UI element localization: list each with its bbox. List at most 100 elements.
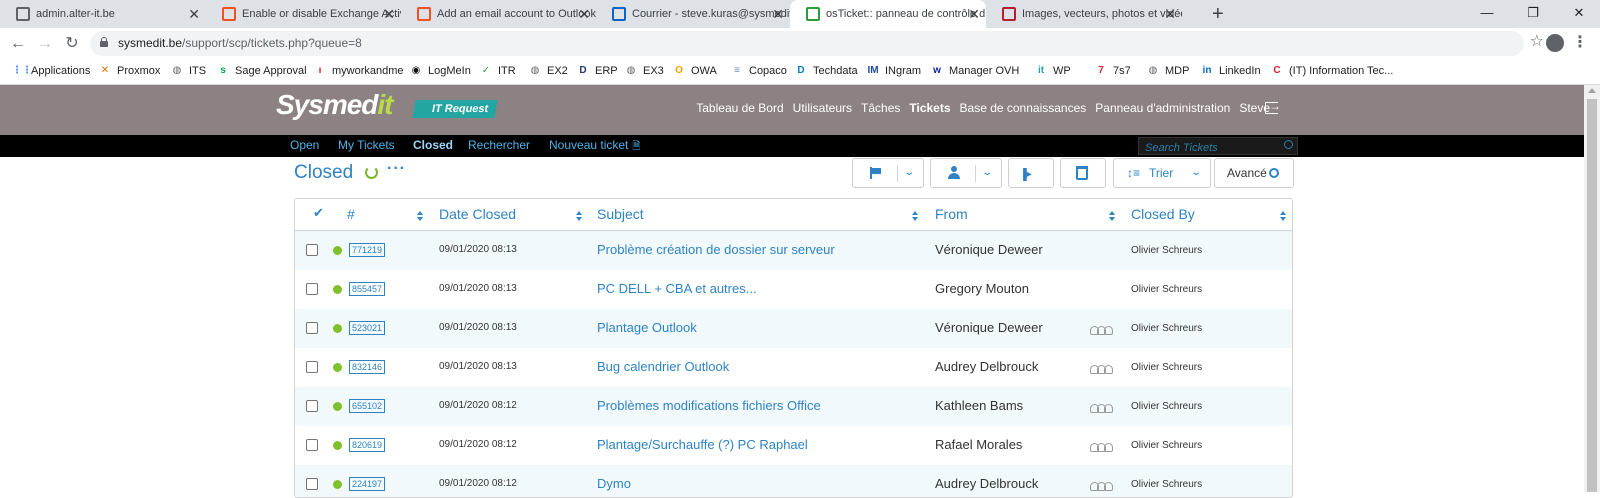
table-row[interactable]: 820619 09/01/2020 08:12 Plantage/Surchauff… bbox=[295, 426, 1292, 465]
nav-item[interactable]: Tâches bbox=[861, 101, 900, 115]
sort-arrows-icon[interactable] bbox=[912, 211, 918, 221]
ticket-subject-link[interactable]: Bug calendrier Outlook bbox=[597, 359, 729, 374]
column-header-number[interactable]: # bbox=[347, 206, 355, 222]
back-button[interactable]: ← bbox=[7, 33, 29, 55]
select-all-icon[interactable]: ✔ bbox=[313, 205, 324, 221]
assign-menu-button[interactable]: ⌄ bbox=[930, 158, 1002, 188]
sort-arrows-icon[interactable] bbox=[1280, 211, 1286, 221]
bookmark-item[interactable]: in LinkedIn bbox=[1200, 64, 1261, 78]
page-scrollbar[interactable] bbox=[1584, 85, 1600, 492]
window-close-button[interactable]: ✕ bbox=[1556, 0, 1600, 28]
bookmark-item[interactable]: ◍ EX3 bbox=[624, 64, 664, 78]
sort-arrows-icon[interactable] bbox=[1109, 211, 1115, 221]
row-checkbox[interactable] bbox=[306, 322, 318, 334]
scrollbar-thumb[interactable] bbox=[1587, 99, 1597, 492]
close-tab-icon[interactable]: ✕ bbox=[968, 0, 980, 28]
advanced-search-button[interactable]: Avancé bbox=[1214, 158, 1294, 188]
ticket-number-link[interactable]: 523021 bbox=[349, 321, 386, 335]
ticket-subject-link[interactable]: Plantage/Surchauffe (?) PC Raphael bbox=[597, 437, 808, 452]
bookmark-item[interactable]: D ERP bbox=[576, 64, 617, 78]
ticket-number-link[interactable]: 655102 bbox=[349, 399, 386, 413]
ticket-number-link[interactable]: 855457 bbox=[349, 282, 386, 296]
forward-button[interactable]: → bbox=[34, 33, 56, 55]
bookmark-item[interactable]: ◍ EX2 bbox=[528, 64, 568, 78]
more-options-icon[interactable]: ··· bbox=[387, 160, 406, 178]
nav-item[interactable]: Panneau d'administration bbox=[1095, 101, 1230, 115]
ticket-number-link[interactable]: 820619 bbox=[349, 438, 386, 452]
browser-tab[interactable]: Enable or disable Exchange Activ ✕ bbox=[206, 0, 401, 28]
nav-item[interactable]: Tableau de Bord bbox=[696, 101, 783, 115]
table-row[interactable]: 855457 09/01/2020 08:13 PC DELL + CBA et a… bbox=[295, 270, 1292, 309]
subnav-item[interactable]: Rechercher bbox=[468, 138, 530, 152]
bookmark-item[interactable]: ✕ Proxmox bbox=[98, 64, 161, 78]
bookmark-item[interactable]: ◍ ITS bbox=[170, 64, 207, 78]
column-header-date-closed[interactable]: Date Closed bbox=[439, 206, 516, 222]
ticket-number-link[interactable]: 224197 bbox=[349, 477, 386, 491]
row-checkbox[interactable] bbox=[306, 283, 318, 295]
flag-menu-button[interactable]: ⌄ bbox=[852, 158, 924, 188]
table-row[interactable]: 655102 09/01/2020 08:12 Problèmes modifica… bbox=[295, 387, 1292, 426]
logout-icon[interactable] bbox=[1265, 99, 1281, 114]
column-header-from[interactable]: From bbox=[935, 206, 968, 222]
close-tab-icon[interactable]: ✕ bbox=[772, 0, 784, 28]
browser-tab[interactable]: osTicket:: panneau de contrôle d ✕ bbox=[790, 0, 986, 28]
row-checkbox[interactable] bbox=[306, 400, 318, 412]
browser-menu-icon[interactable]: ⋮ bbox=[1572, 32, 1588, 52]
bookmark-item[interactable]: ı myworkandme bbox=[313, 64, 404, 78]
restore-button[interactable]: ❐ bbox=[1510, 0, 1556, 28]
browser-tab[interactable]: Add an email account to Outlook ✕ bbox=[401, 0, 596, 28]
bookmark-item[interactable]: D Techdata bbox=[794, 64, 857, 78]
nav-item[interactable]: Base de connaissances bbox=[960, 101, 1087, 115]
sort-arrows-icon[interactable] bbox=[417, 211, 423, 221]
bookmark-item[interactable]: ◍ MDP bbox=[1146, 64, 1190, 78]
ticket-subject-link[interactable]: PC DELL + CBA et autres... bbox=[597, 281, 757, 296]
ticket-number-link[interactable]: 771219 bbox=[349, 243, 386, 257]
ticket-subject-link[interactable]: Plantage Outlook bbox=[597, 320, 697, 335]
bookmark-item[interactable]: C (IT) Information Tec... bbox=[1270, 64, 1393, 78]
subnav-item[interactable]: Nouveau ticket 🗎 bbox=[549, 138, 640, 156]
bookmark-star-icon[interactable]: ☆ bbox=[1530, 31, 1544, 51]
column-header-closed-by[interactable]: Closed By bbox=[1131, 206, 1195, 222]
bookmark-item[interactable]: s Sage Approval bbox=[216, 64, 306, 78]
row-checkbox[interactable] bbox=[306, 361, 318, 373]
search-input[interactable] bbox=[1139, 140, 1269, 156]
table-row[interactable]: 832146 09/01/2020 08:13 Bug calendrier Out… bbox=[295, 348, 1292, 387]
search-box[interactable] bbox=[1138, 137, 1298, 156]
scroll-up-icon[interactable] bbox=[1588, 88, 1596, 93]
ticket-subject-link[interactable]: Problèmes modifications fichiers Office bbox=[597, 398, 821, 413]
close-tab-icon[interactable]: ✕ bbox=[578, 0, 590, 28]
nav-item[interactable]: Tickets bbox=[909, 101, 950, 115]
sysmedit-logo[interactable]: Sysmedit bbox=[276, 89, 394, 121]
table-row[interactable]: 224197 09/01/2020 08:12 Dymo Audrey Delbrou… bbox=[295, 465, 1292, 497]
table-row[interactable]: 523021 09/01/2020 08:13 Plantage Outlook Vé… bbox=[295, 309, 1292, 348]
bookmark-item[interactable]: it WP bbox=[1034, 64, 1071, 78]
minimize-button[interactable]: — bbox=[1464, 0, 1510, 28]
subnav-item[interactable]: My Tickets bbox=[338, 138, 395, 152]
account-avatar-icon[interactable] bbox=[1546, 34, 1564, 52]
subnav-item[interactable]: Open bbox=[290, 138, 319, 152]
bookmark-item[interactable]: ≡ Copaco bbox=[730, 64, 787, 78]
close-tab-icon[interactable]: ✕ bbox=[188, 0, 200, 28]
row-checkbox[interactable] bbox=[306, 478, 318, 490]
table-row[interactable]: 771219 09/01/2020 08:13 Problème création … bbox=[295, 231, 1292, 270]
column-header-subject[interactable]: Subject bbox=[597, 206, 644, 222]
new-tab-button[interactable]: + bbox=[1212, 2, 1224, 26]
nav-item[interactable]: Utilisateurs bbox=[793, 101, 852, 115]
address-bar[interactable]: sysmedit.be/support/scp/tickets.php?queu… bbox=[90, 31, 1524, 56]
bookmark-item[interactable]: w Manager OVH bbox=[930, 64, 1019, 78]
browser-tab[interactable]: Courrier - steve.kuras@sysmedit. ✕ bbox=[596, 0, 790, 28]
bookmark-item[interactable]: ⋮⋮ Applications bbox=[12, 64, 90, 78]
delete-button[interactable] bbox=[1060, 158, 1106, 188]
transfer-button[interactable]: |||▸ bbox=[1008, 158, 1054, 188]
bookmark-item[interactable]: 7 7s7 bbox=[1094, 64, 1131, 78]
ticket-subject-link[interactable]: Problème création de dossier sur serveur bbox=[597, 242, 835, 257]
bookmark-item[interactable]: IM INgram bbox=[866, 64, 921, 78]
search-icon[interactable] bbox=[1284, 140, 1293, 149]
sort-arrows-icon[interactable] bbox=[576, 211, 582, 221]
ticket-subject-link[interactable]: Dymo bbox=[597, 476, 631, 491]
bookmark-item[interactable]: O OWA bbox=[672, 64, 717, 78]
row-checkbox[interactable] bbox=[306, 244, 318, 256]
browser-tab[interactable]: Images, vecteurs, photos et vidéo ✕ bbox=[986, 0, 1182, 28]
refresh-icon[interactable] bbox=[365, 166, 378, 179]
reload-button[interactable]: ↻ bbox=[61, 33, 83, 55]
